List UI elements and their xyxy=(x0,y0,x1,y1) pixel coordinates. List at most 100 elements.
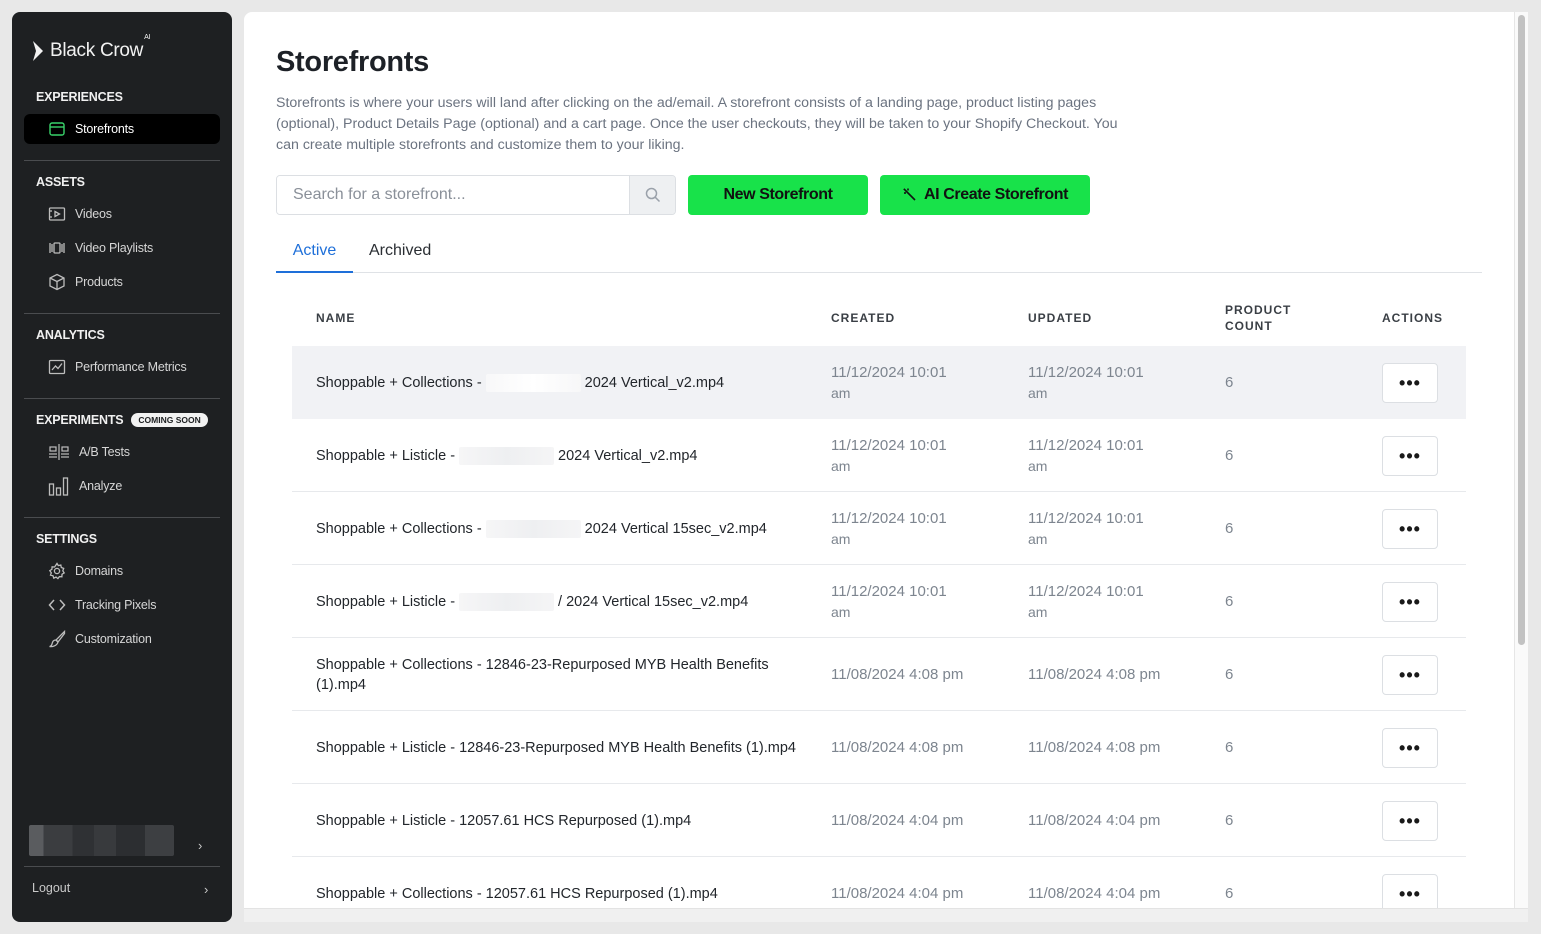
brush-icon xyxy=(49,630,66,648)
search-input[interactable] xyxy=(277,176,629,214)
storefront-name-prefix: Shoppable + Collections - xyxy=(316,374,482,391)
cell-product-count: 6 xyxy=(1225,593,1234,610)
cell-name[interactable]: Shoppable + Collections - 12846-23-Repur… xyxy=(316,638,796,711)
sidebar-item-customization[interactable]: Customization xyxy=(24,624,220,654)
row-actions-button[interactable]: ••• xyxy=(1382,655,1438,695)
more-horizontal-icon: ••• xyxy=(1399,518,1421,539)
table-row[interactable]: Shoppable + Collections - 2024 Vertical_v… xyxy=(292,346,1466,419)
row-actions-button[interactable]: ••• xyxy=(1382,801,1438,841)
column-header-product-count-line1: PRODUCT xyxy=(1225,303,1292,317)
section-settings: SETTINGS xyxy=(36,532,97,546)
cell-created-line1: 11/08/2024 4:04 pm xyxy=(831,885,964,902)
cell-updated: 11/12/2024 10:01 am xyxy=(1028,346,1178,419)
sidebar-item-tracking-pixels[interactable]: Tracking Pixels xyxy=(24,590,220,620)
column-header-created: CREATED xyxy=(831,311,896,325)
page-description: Storefronts is where your users will lan… xyxy=(276,95,1118,153)
section-experiences: EXPERIENCES xyxy=(36,90,123,104)
brand-logo[interactable]: Black CrowAI xyxy=(32,34,150,62)
tab-active[interactable]: Active xyxy=(276,242,353,273)
tab-bar: Active Archived xyxy=(276,238,1482,273)
cell-updated-line1: 11/12/2024 10:01 xyxy=(1028,363,1144,381)
table-row[interactable]: Shoppable + Collections - 12057.61 HCS R… xyxy=(292,857,1466,908)
cell-created: 11/12/2024 10:01 am xyxy=(831,346,981,419)
storefront-name-suffix: / 2024 Vertical 15sec_v2.mp4 xyxy=(558,593,749,610)
table-row[interactable]: Shoppable + Listicle - 2024 Vertical_v2.m… xyxy=(292,419,1466,492)
gear-icon xyxy=(48,562,66,580)
column-header-product-count-line2: COUNT xyxy=(1225,319,1273,333)
sidebar: Black CrowAI EXPERIENCES Storefronts ASS… xyxy=(12,12,232,922)
sidebar-item-analyze[interactable]: Analyze xyxy=(24,471,220,501)
cell-created-line1: 11/12/2024 10:01 xyxy=(831,363,947,381)
cell-updated: 11/08/2024 4:08 pm xyxy=(1028,638,1178,711)
table-row[interactable]: Shoppable + Collections - 2024 Vertical 1… xyxy=(292,492,1466,565)
row-actions-button[interactable]: ••• xyxy=(1382,509,1438,549)
row-actions-button[interactable]: ••• xyxy=(1382,874,1438,908)
row-actions-button[interactable]: ••• xyxy=(1382,436,1438,476)
cell-updated-line2: am xyxy=(1028,530,1048,547)
more-horizontal-icon: ••• xyxy=(1399,372,1421,393)
new-storefront-button[interactable]: New Storefront xyxy=(688,175,868,215)
sidebar-item-storefronts[interactable]: Storefronts xyxy=(24,114,220,144)
sidebar-item-label: Products xyxy=(75,275,123,289)
box-icon xyxy=(49,273,65,291)
cell-name[interactable]: Shoppable + Listicle - / 2024 Vertical 15… xyxy=(316,565,796,638)
sidebar-item-products[interactable]: Products xyxy=(24,267,220,297)
cell-name[interactable]: Shoppable + Listicle - 12846-23-Repurpos… xyxy=(316,711,796,784)
cell-created-line2: am xyxy=(831,457,851,474)
cell-created: 11/12/2024 10:01 am xyxy=(831,565,981,638)
table-row[interactable]: Shoppable + Listicle - 12846-23-Repurpos… xyxy=(292,711,1466,784)
logout-link[interactable]: Logout xyxy=(32,881,70,895)
new-storefront-label: New Storefront xyxy=(723,186,833,203)
cell-product-count: 6 xyxy=(1225,739,1234,756)
search-button[interactable] xyxy=(629,176,675,214)
redacted-text xyxy=(459,592,555,611)
user-account-avatar[interactable] xyxy=(29,825,174,856)
cell-updated-line2: am xyxy=(1028,384,1048,401)
cell-name[interactable]: Shoppable + Collections - 12057.61 HCS R… xyxy=(316,857,796,908)
row-actions-button[interactable]: ••• xyxy=(1382,728,1438,768)
cell-updated-line2: am xyxy=(1028,457,1048,474)
chevron-right-icon[interactable]: › xyxy=(198,838,202,853)
cell-updated: 11/08/2024 4:04 pm xyxy=(1028,857,1178,908)
chevron-right-icon[interactable]: › xyxy=(204,882,208,897)
redacted-text xyxy=(485,519,581,538)
cell-name[interactable]: Shoppable + Listicle - 2024 Vertical_v2.m… xyxy=(316,419,796,492)
redacted-text xyxy=(485,373,581,392)
vertical-scrollbar-thumb[interactable] xyxy=(1518,15,1525,645)
cell-created: 11/12/2024 10:01 am xyxy=(831,419,981,492)
chart-icon xyxy=(48,359,66,375)
table-row[interactable]: Shoppable + Listicle - 12057.61 HCS Repu… xyxy=(292,784,1466,857)
table-row[interactable]: Shoppable + Listicle - / 2024 Vertical 15… xyxy=(292,565,1466,638)
tab-archived[interactable]: Archived xyxy=(369,242,431,273)
ab-test-icon xyxy=(49,444,69,460)
sidebar-divider xyxy=(24,313,220,314)
sidebar-item-label: Storefronts xyxy=(75,122,134,136)
table-row[interactable]: Shoppable + Collections - 12846-23-Repur… xyxy=(292,638,1466,711)
cell-updated-line1: 11/12/2024 10:01 xyxy=(1028,582,1144,600)
sidebar-item-label: Videos xyxy=(75,207,112,221)
ai-create-storefront-button[interactable]: AI Create Storefront xyxy=(880,175,1090,215)
sidebar-item-performance-metrics[interactable]: Performance Metrics xyxy=(24,352,220,382)
crow-logo-icon xyxy=(33,41,43,61)
section-assets: ASSETS xyxy=(36,175,85,189)
cell-created: 11/08/2024 4:04 pm xyxy=(831,784,981,857)
row-actions-button[interactable]: ••• xyxy=(1382,582,1438,622)
cell-name[interactable]: Shoppable + Listicle - 12057.61 HCS Repu… xyxy=(316,784,796,857)
cell-updated-line1: 11/08/2024 4:08 pm xyxy=(1028,666,1161,683)
cell-product-count: 6 xyxy=(1225,374,1234,391)
storefront-name: Shoppable + Collections - 12057.61 HCS R… xyxy=(316,885,718,902)
sidebar-item-video-playlists[interactable]: Video Playlists xyxy=(24,233,220,263)
storefront-name-suffix: 2024 Vertical 15sec_v2.mp4 xyxy=(584,520,767,537)
cell-name[interactable]: Shoppable + Collections - 2024 Vertical 1… xyxy=(316,492,796,565)
cell-updated-line1: 11/08/2024 4:04 pm xyxy=(1028,885,1161,902)
sidebar-item-videos[interactable]: Videos xyxy=(24,199,220,229)
sidebar-item-domains[interactable]: Domains xyxy=(24,556,220,586)
cell-created-line1: 11/08/2024 4:08 pm xyxy=(831,739,964,756)
sidebar-item-ab-tests[interactable]: A/B Tests xyxy=(24,437,220,467)
cell-name[interactable]: Shoppable + Collections - 2024 Vertical_v… xyxy=(316,346,796,419)
more-horizontal-icon: ••• xyxy=(1399,445,1421,466)
more-horizontal-icon: ••• xyxy=(1399,591,1421,612)
row-actions-button[interactable]: ••• xyxy=(1382,363,1438,403)
main-panel: Storefronts Storefronts is where your us… xyxy=(244,12,1528,908)
more-horizontal-icon: ••• xyxy=(1399,664,1421,685)
